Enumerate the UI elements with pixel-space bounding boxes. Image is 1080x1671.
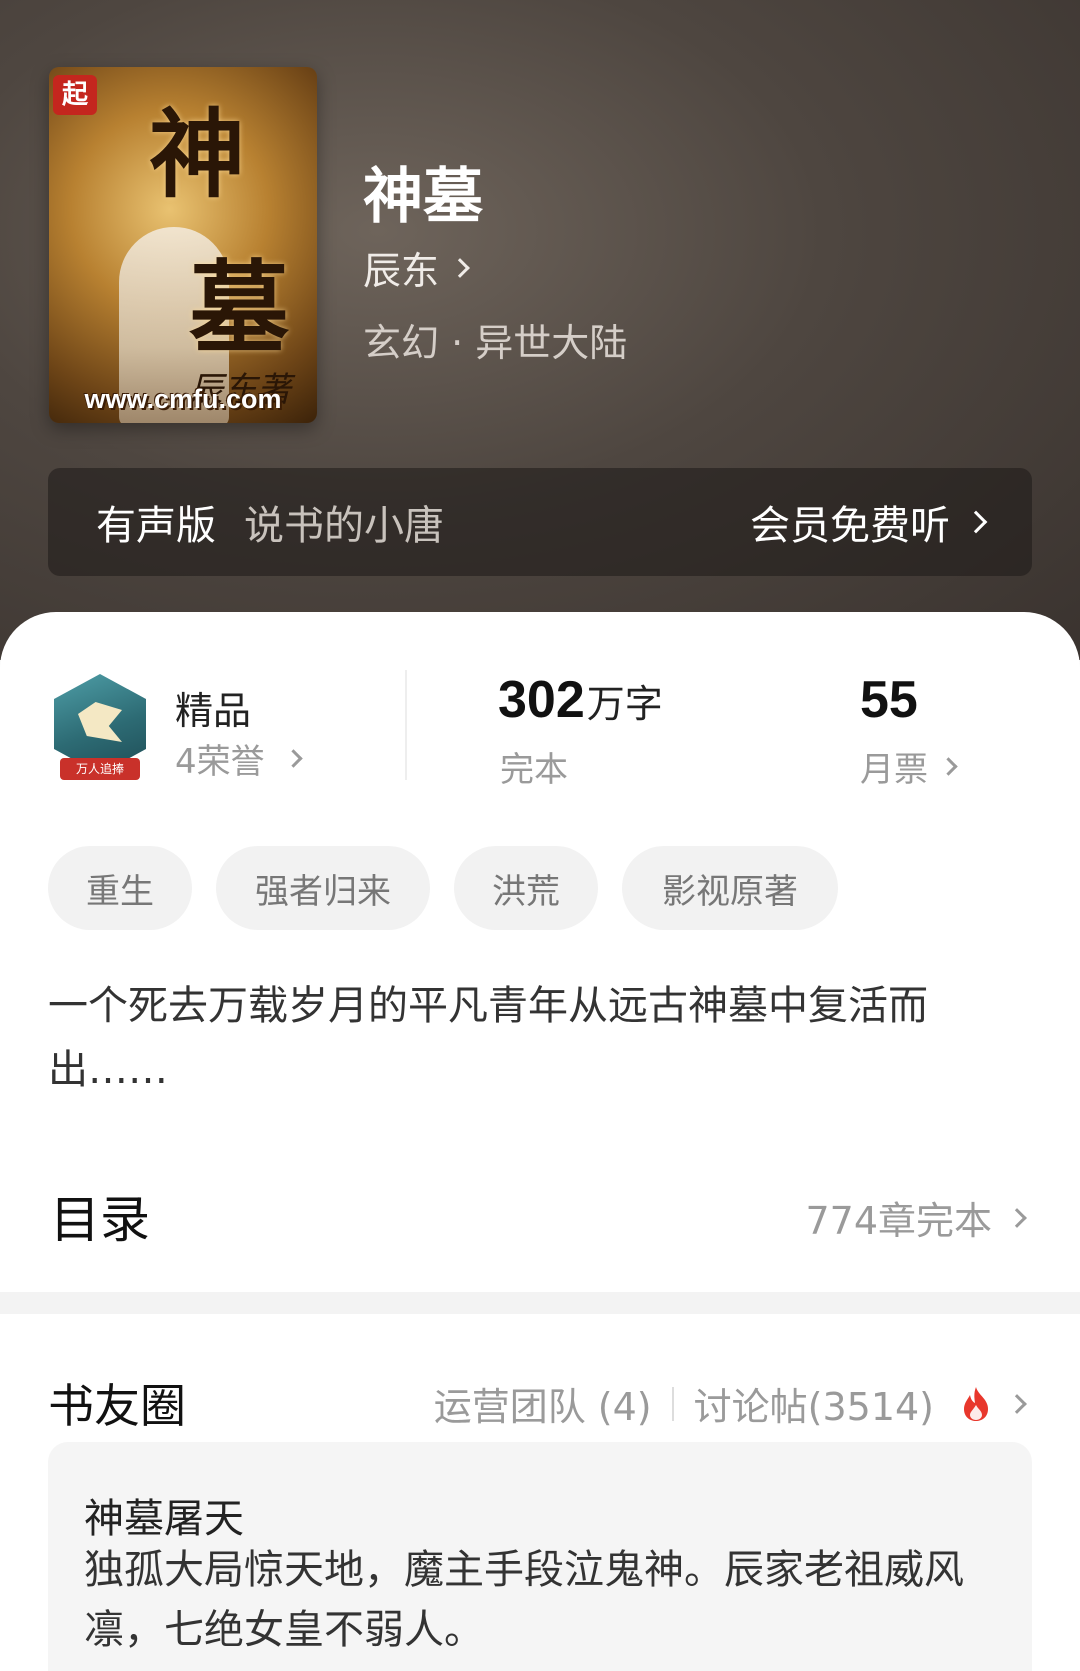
- toc-title[interactable]: 目录: [50, 1180, 150, 1252]
- chevron-right-icon: [450, 257, 470, 278]
- audio-version-bar[interactable]: 有声版 说书的小唐 会员免费听: [48, 468, 1032, 576]
- book-header: 起 神 墓 辰东著 www.cmfu.com 神墓 辰东 玄幻 · 异世大陆 有…: [0, 0, 1080, 660]
- honors-count: 4荣誉: [175, 742, 265, 782]
- monthly-votes-label: 月票: [860, 750, 928, 790]
- book-info-card: 万人追捧 精品 4荣誉 302 万字 完本 55 月票 重生 强者归来 洪荒 影…: [0, 612, 1080, 1292]
- audio-narrator: 说书的小唐: [244, 503, 444, 549]
- operations-team-link[interactable]: 运营团队 (4): [434, 1376, 652, 1431]
- tag-chip[interactable]: 洪荒: [454, 846, 598, 930]
- cover-title-bottom: 墓: [189, 249, 289, 367]
- monthly-votes-count: 55: [860, 671, 918, 729]
- book-title: 神墓: [363, 162, 483, 232]
- chevron-right-icon: [283, 749, 303, 768]
- community-title: 书友圈: [48, 1379, 186, 1433]
- tag-chip[interactable]: 强者归来: [216, 846, 430, 930]
- tag-chip[interactable]: 重生: [48, 846, 192, 930]
- cover-url: www.cmfu.com: [84, 384, 282, 414]
- monthly-votes-link[interactable]: 月票: [860, 742, 958, 791]
- word-count-unit: 万字: [586, 682, 663, 726]
- book-description[interactable]: 一个死去万载岁月的平凡青年从远古神墓中复活而出……: [48, 974, 1008, 1102]
- completion-status: 完本: [500, 750, 568, 790]
- author-link[interactable]: 辰东: [363, 240, 470, 295]
- featured-post-card[interactable]: 神墓屠天 独孤大局惊天地，魔主手段泣鬼神。辰家老祖威风凛，七绝女皇不弱人。: [48, 1442, 1032, 1671]
- post-body: 独孤大局惊天地，魔主手段泣鬼神。辰家老祖威风凛，七绝女皇不弱人。: [84, 1547, 964, 1653]
- post-title: 神墓屠天: [84, 1496, 244, 1542]
- cover-title-top: 神: [149, 98, 245, 211]
- tag-chip[interactable]: 影视原著: [622, 846, 838, 930]
- community-links: 运营团队 (4) 讨论帖(3514): [434, 1376, 1027, 1431]
- word-count-number: 302: [498, 671, 585, 729]
- discussion-posts-link[interactable]: 讨论帖(3514): [694, 1376, 934, 1431]
- reader-community-section: 书友圈 运营团队 (4) 讨论帖(3514) 神墓屠天 独孤大局惊天地，魔主手段…: [0, 1314, 1080, 1671]
- word-count: 302 万字: [498, 670, 663, 730]
- toc-link[interactable]: 774章完本: [805, 1190, 1027, 1245]
- fire-icon: [960, 1385, 992, 1423]
- toc-chapter-count: 774章完本: [805, 1199, 992, 1243]
- honors-link[interactable]: 4荣誉: [175, 734, 303, 783]
- book-genre: 玄幻 · 异世大陆: [363, 321, 628, 365]
- tag-list: 重生 强者归来 洪荒 影视原著: [48, 846, 862, 930]
- member-free-listen-label: 会员免费听: [750, 503, 950, 549]
- book-cover[interactable]: 起 神 墓 辰东著 www.cmfu.com: [49, 67, 317, 423]
- member-free-listen-button[interactable]: 会员免费听: [750, 493, 988, 551]
- chevron-right-icon: [964, 510, 988, 534]
- chevron-right-icon: [939, 757, 958, 776]
- cover-badge: 起: [53, 75, 97, 115]
- link-separator: [671, 1386, 674, 1421]
- audio-label: 有声版: [96, 503, 216, 549]
- chevron-right-icon[interactable]: [1007, 1393, 1027, 1414]
- quality-badge-icon: 万人追捧: [50, 674, 150, 786]
- stats-divider: [405, 670, 407, 780]
- author-name: 辰东: [363, 249, 440, 293]
- badge-ribbon: 万人追捧: [60, 758, 140, 780]
- chevron-right-icon: [1007, 1207, 1027, 1228]
- quality-label: 精品: [175, 689, 252, 733]
